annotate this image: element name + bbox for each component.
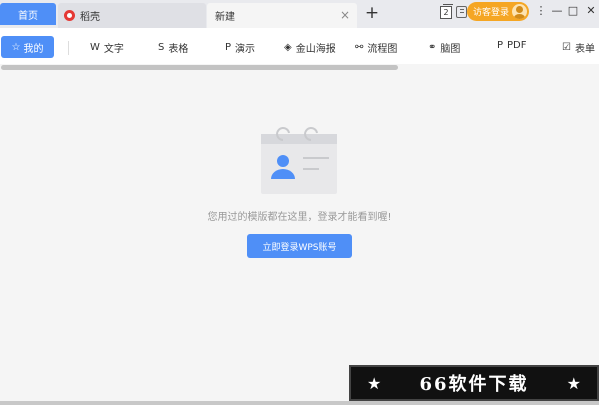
tab-daoke[interactable]: 稻壳 <box>58 3 206 28</box>
new-document-toolbar: ☆ 我的 W 文字 S 表格 P 演示 ◈ 金山海报 ⚯ 流程图 ⚭ 脑图 P … <box>0 28 599 64</box>
toolbar-item-presentation[interactable]: P 演示 <box>225 40 255 55</box>
message-icon[interactable] <box>456 6 467 18</box>
toolbar-item-label: PDF <box>507 40 527 51</box>
tab-new-label: 新建 <box>215 12 235 23</box>
toolbar-item-spreadsheet[interactable]: S 表格 <box>158 40 188 55</box>
visitor-login-label: 访客登录 <box>473 8 510 18</box>
mine-label: 我的 <box>23 43 44 55</box>
close-tab-icon[interactable]: × <box>339 9 351 21</box>
login-wps-button[interactable]: 立即登录WPS账号 <box>247 234 352 258</box>
mine-button[interactable]: ☆ 我的 <box>1 36 54 58</box>
mindmap-icon: ⚭ <box>428 42 437 53</box>
daoke-logo-icon <box>64 10 75 21</box>
template-empty-area: 您用过的模版都在这里，登录才能看到喔! 立即登录WPS账号 <box>0 70 599 405</box>
flowchart-icon: ⚯ <box>355 42 364 53</box>
tab-daoke-label: 稻壳 <box>80 12 100 23</box>
toolbar-item-poster[interactable]: ◈ 金山海报 <box>284 40 336 55</box>
writer-icon: W <box>90 42 100 53</box>
toolbar-item-label: 演示 <box>235 44 256 55</box>
close-window-button[interactable]: ✕ <box>583 3 599 19</box>
minimize-button[interactable]: — <box>549 3 565 19</box>
tab-home[interactable]: 首页 <box>0 3 56 25</box>
toolbar-item-mindmap[interactable]: ⚭ 脑图 <box>428 40 460 55</box>
toolbar-divider <box>68 41 69 55</box>
form-icon: ☑ <box>562 42 571 53</box>
empty-calendar-illustration-icon <box>261 127 337 194</box>
star-icon: ☆ <box>11 41 21 53</box>
menu-icon[interactable]: ⋮ <box>533 3 549 19</box>
spreadsheet-icon: S <box>158 42 165 53</box>
tab-new[interactable]: 新建 × <box>207 3 357 28</box>
poster-icon: ◈ <box>284 42 292 53</box>
toolbar-item-label: 脑图 <box>440 44 461 55</box>
star-icon: ★ <box>566 373 581 393</box>
empty-message: 您用过的模版都在这里，登录才能看到喔! <box>207 212 392 223</box>
maximize-button[interactable]: □ <box>565 3 581 19</box>
banner-title: 66软件下载 <box>419 374 529 395</box>
toolbar-item-form[interactable]: ☑ 表单 <box>562 40 595 55</box>
toolbar-item-label: 金山海报 <box>295 44 336 55</box>
pdf-icon: P <box>497 40 504 51</box>
toolbar-item-label: 表格 <box>168 44 189 55</box>
presentation-icon: P <box>225 42 232 53</box>
avatar-icon <box>512 4 527 19</box>
window-count-icon[interactable]: 2 <box>440 4 453 19</box>
toolbar-item-flowchart[interactable]: ⚯ 流程图 <box>355 40 397 55</box>
star-icon: ★ <box>367 373 382 393</box>
toolbar-item-pdf[interactable]: P PDF <box>497 40 527 51</box>
toolbar-item-label: 文字 <box>103 44 124 55</box>
bottom-border <box>0 401 599 405</box>
visitor-login-button[interactable]: 访客登录 <box>467 2 529 21</box>
title-bar: 首页 稻壳 新建 × + 2 访客登录 ⋮ — □ ✕ <box>0 0 599 28</box>
watermark-banner: ★ 66软件下载 ★ <box>349 365 599 401</box>
toolbar-item-writer[interactable]: W 文字 <box>90 40 124 55</box>
add-tab-button[interactable]: + <box>364 4 380 22</box>
toolbar-item-label: 流程图 <box>367 44 398 55</box>
toolbar-item-label: 表单 <box>574 44 595 55</box>
